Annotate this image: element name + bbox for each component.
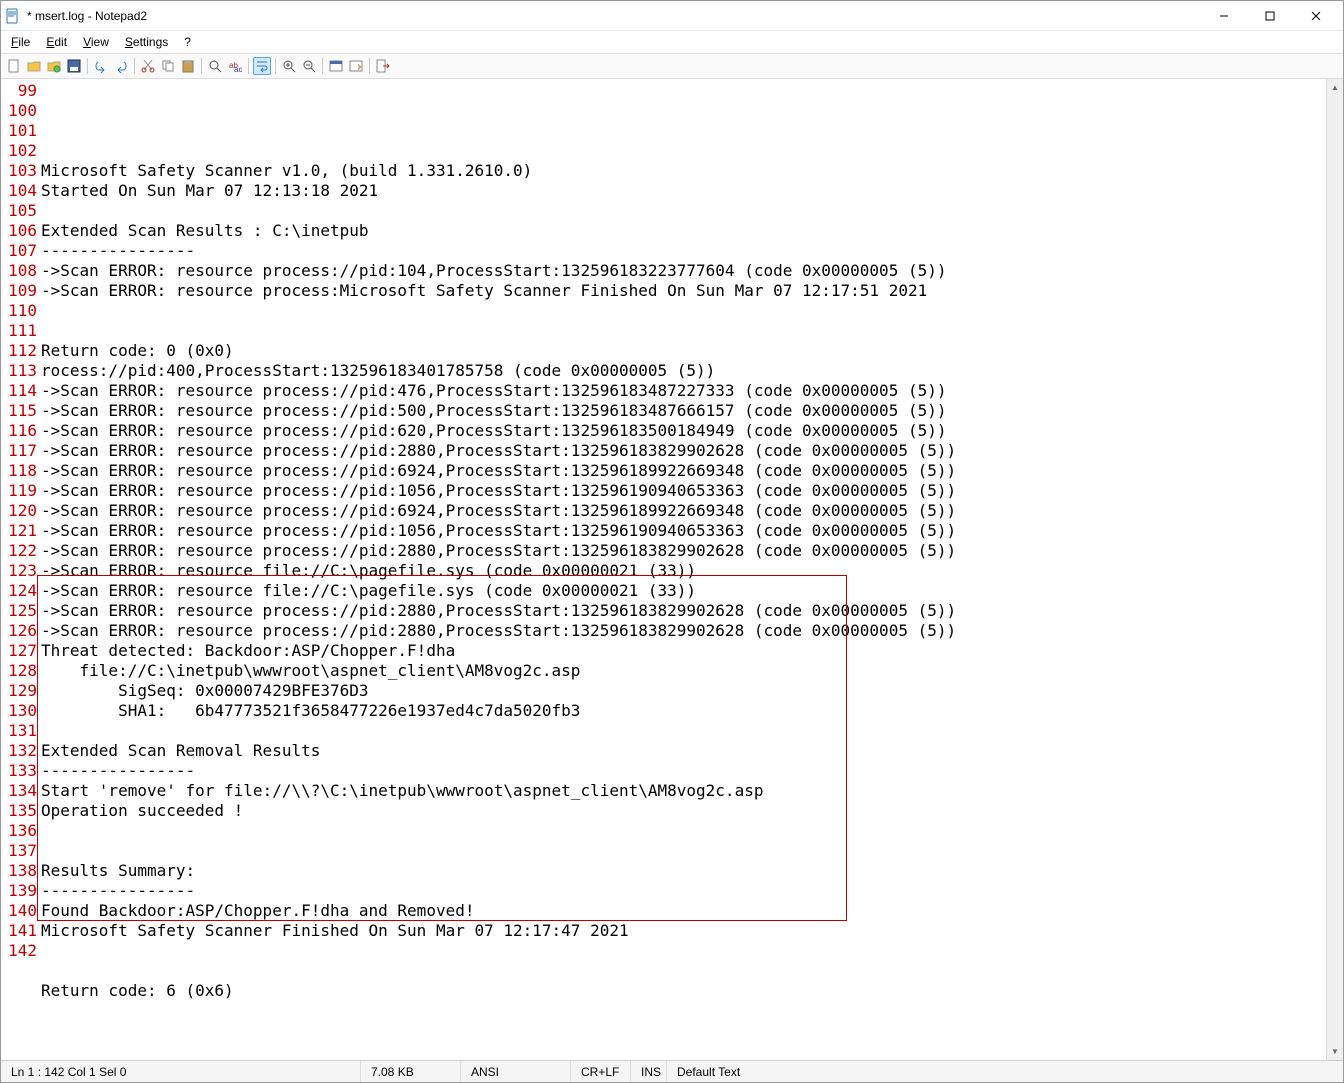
close-button[interactable] [1293, 1, 1339, 31]
text-line[interactable]: Microsoft Safety Scanner v1.0, (build 1.… [41, 161, 1326, 181]
scheme-icon[interactable] [327, 57, 345, 75]
text-line[interactable] [41, 141, 1326, 161]
text-line[interactable]: ->Scan ERROR: resource process://pid:288… [41, 441, 1326, 461]
vertical-scrollbar[interactable]: ▲ ▼ [1326, 79, 1343, 1060]
text-line[interactable]: ---------------- [41, 881, 1326, 901]
new-icon[interactable] [5, 57, 23, 75]
save-icon[interactable] [65, 57, 83, 75]
text-line[interactable]: ->Scan ERROR: resource process://pid:104… [41, 261, 1326, 281]
zoomout-icon[interactable] [300, 57, 318, 75]
window-title: * msert.log - Notepad2 [27, 9, 1201, 23]
text-line[interactable]: ->Scan ERROR: resource process://pid:620… [41, 421, 1326, 441]
toolbar-separator [275, 58, 276, 74]
toolbar-separator [87, 58, 88, 74]
statusbar: Ln 1 : 142 Col 1 Sel 0 7.08 KB ANSI CR+L… [1, 1060, 1343, 1082]
text-line[interactable] [41, 941, 1326, 961]
text-line[interactable]: ->Scan ERROR: resource process://pid:692… [41, 501, 1326, 521]
redo-icon[interactable] [112, 57, 130, 75]
text-line[interactable]: Return code: 0 (0x0) [41, 341, 1326, 361]
cut-icon[interactable] [139, 57, 157, 75]
text-line[interactable]: ->Scan ERROR: resource process://pid:288… [41, 541, 1326, 561]
toolbar-separator [201, 58, 202, 74]
text-line[interactable]: SHA1: 6b47773521f3658477226e1937ed4c7da5… [41, 701, 1326, 721]
text-line[interactable]: Found Backdoor:ASP/Chopper.F!dha and Rem… [41, 901, 1326, 921]
scroll-down-icon[interactable]: ▼ [1327, 1043, 1343, 1060]
text-line[interactable] [41, 841, 1326, 861]
text-line[interactable] [41, 301, 1326, 321]
text-line[interactable]: Results Summary: [41, 861, 1326, 881]
text-editor[interactable]: Microsoft Safety Scanner v1.0, (build 1.… [41, 79, 1326, 1060]
find-icon[interactable] [206, 57, 224, 75]
status-size: 7.08 KB [361, 1061, 461, 1082]
toolbar: abac [1, 53, 1343, 79]
text-line[interactable] [41, 961, 1326, 981]
text-line[interactable] [41, 321, 1326, 341]
text-line[interactable]: Microsoft Safety Scanner Finished On Sun… [41, 921, 1326, 941]
toolbar-separator [134, 58, 135, 74]
text-line[interactable]: ->Scan ERROR: resource process://pid:105… [41, 521, 1326, 541]
maximize-button[interactable] [1247, 1, 1293, 31]
svg-text:ac: ac [234, 65, 242, 73]
menu-view[interactable]: View [79, 33, 113, 51]
text-line[interactable]: Return code: 6 (0x6) [41, 981, 1326, 1001]
toolbar-separator [248, 58, 249, 74]
customize-icon[interactable] [347, 57, 365, 75]
undo-icon[interactable] [92, 57, 110, 75]
text-line[interactable]: Threat detected: Backdoor:ASP/Chopper.F!… [41, 641, 1326, 661]
status-filetype[interactable]: Default Text [667, 1061, 1343, 1082]
window-controls [1201, 1, 1339, 31]
copy-icon[interactable] [159, 57, 177, 75]
exit-icon[interactable] [374, 57, 392, 75]
status-position: Ln 1 : 142 Col 1 Sel 0 [1, 1061, 361, 1082]
text-line[interactable]: ---------------- [41, 241, 1326, 261]
menu-help[interactable]: ? [180, 33, 195, 51]
text-line[interactable]: ->Scan ERROR: resource file://C:\pagefil… [41, 581, 1326, 601]
text-line[interactable]: SigSeq: 0x00007429BFE376D3 [41, 681, 1326, 701]
text-line[interactable]: ->Scan ERROR: resource file://C:\pagefil… [41, 561, 1326, 581]
zoomin-icon[interactable] [280, 57, 298, 75]
text-line[interactable] [41, 1001, 1326, 1021]
replace-icon[interactable]: abac [226, 57, 244, 75]
text-line[interactable] [41, 821, 1326, 841]
text-line[interactable]: ->Scan ERROR: resource process://pid:105… [41, 481, 1326, 501]
line-number-gutter: 9910010110210310410510610710810911011111… [1, 79, 41, 1060]
open-icon[interactable] [25, 57, 43, 75]
text-line[interactable]: ->Scan ERROR: resource process://pid:288… [41, 621, 1326, 641]
text-line[interactable] [41, 201, 1326, 221]
text-line[interactable]: ->Scan ERROR: resource process:Microsoft… [41, 281, 1326, 301]
text-line[interactable]: Extended Scan Results : C:\inetpub [41, 221, 1326, 241]
text-line[interactable] [41, 721, 1326, 741]
wordwrap-icon[interactable] [253, 57, 271, 75]
text-line[interactable]: Started On Sun Mar 07 12:13:18 2021 [41, 181, 1326, 201]
app-window: * msert.log - Notepad2 File Edit View Se… [0, 0, 1344, 1083]
text-line[interactable]: Start 'remove' for file://\\?\C:\inetpub… [41, 781, 1326, 801]
text-line[interactable]: ->Scan ERROR: resource process://pid:500… [41, 401, 1326, 421]
scroll-up-icon[interactable]: ▲ [1327, 79, 1343, 96]
menu-file[interactable]: File [7, 33, 34, 51]
titlebar[interactable]: * msert.log - Notepad2 [1, 1, 1343, 31]
text-line[interactable]: ->Scan ERROR: resource process://pid:692… [41, 461, 1326, 481]
paste-icon[interactable] [179, 57, 197, 75]
status-eol[interactable]: CR+LF [571, 1061, 631, 1082]
app-icon [5, 8, 21, 24]
text-line[interactable]: ->Scan ERROR: resource process://pid:476… [41, 381, 1326, 401]
text-line[interactable]: Extended Scan Removal Results [41, 741, 1326, 761]
minimize-button[interactable] [1201, 1, 1247, 31]
menu-edit[interactable]: Edit [42, 33, 71, 51]
text-line[interactable]: file://C:\inetpub\wwwroot\aspnet_client\… [41, 661, 1326, 681]
text-line[interactable]: rocess://pid:400,ProcessStart:1325961834… [41, 361, 1326, 381]
menu-settings[interactable]: Settings [121, 33, 172, 51]
toolbar-separator [369, 58, 370, 74]
status-mode[interactable]: INS [631, 1061, 667, 1082]
menubar: File Edit View Settings ? [1, 31, 1343, 53]
toolbar-separator [322, 58, 323, 74]
text-line[interactable]: ->Scan ERROR: resource process://pid:288… [41, 601, 1326, 621]
history-icon[interactable] [45, 57, 63, 75]
text-line[interactable]: ---------------- [41, 761, 1326, 781]
text-line[interactable]: Operation succeeded ! [41, 801, 1326, 821]
editor-area: 9910010110210310410510610710810911011111… [1, 79, 1343, 1060]
status-encoding[interactable]: ANSI [461, 1061, 571, 1082]
